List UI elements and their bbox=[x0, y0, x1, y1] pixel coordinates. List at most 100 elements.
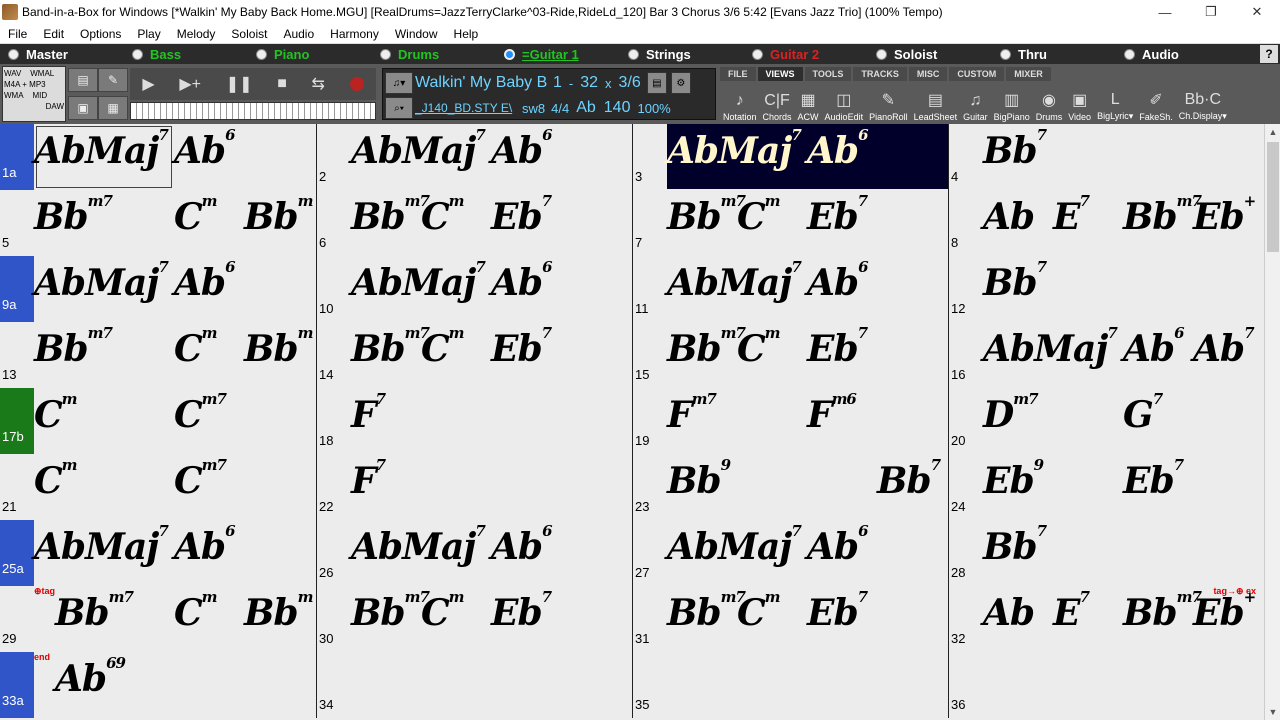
bar-8[interactable]: 8 Ab E7 Bbm7 Eb+ bbox=[948, 190, 1264, 256]
chord-symbol[interactable]: Bbm7 bbox=[667, 324, 746, 370]
tab-mixer[interactable]: MIXER bbox=[1006, 67, 1051, 81]
bar-3[interactable]: AbMaj7 Ab6 3 bbox=[632, 124, 949, 190]
edit-song-button[interactable]: ✎ bbox=[98, 68, 128, 92]
bar-14[interactable]: 14 Bbm7 Cm Eb7 bbox=[316, 322, 632, 388]
view-button-bigpiano[interactable]: ▥ BigPiano bbox=[991, 82, 1033, 122]
chord-symbol[interactable]: Eb7 bbox=[491, 192, 552, 238]
chord-symbol[interactable]: F7 bbox=[351, 456, 386, 502]
menu-help[interactable]: Help bbox=[446, 27, 487, 41]
bar-1a[interactable]: 1a AbMaj7 Ab6 bbox=[0, 124, 316, 190]
close-button[interactable]: ✕ bbox=[1234, 0, 1280, 24]
chord-symbol[interactable]: Bbm7 bbox=[351, 588, 430, 634]
chord-symbol[interactable]: Bbm7 bbox=[667, 588, 746, 634]
chord-symbol[interactable]: Cm bbox=[421, 192, 465, 238]
tab-misc[interactable]: MISC bbox=[908, 67, 948, 81]
bar-36[interactable]: 36 bbox=[948, 652, 1264, 718]
bar-5[interactable]: 5 Bbm7 Cm Bbm bbox=[0, 190, 316, 256]
chord-symbol[interactable]: Eb7 bbox=[1123, 456, 1184, 502]
chord-symbol[interactable]: Ab6 bbox=[174, 126, 236, 172]
menu-melody[interactable]: Melody bbox=[169, 27, 224, 41]
scroll-up-icon[interactable]: ▲ bbox=[1265, 124, 1280, 140]
chord-symbol[interactable]: Bbm7 bbox=[55, 588, 134, 634]
song-menu-button[interactable]: ♫▾ bbox=[385, 72, 413, 94]
chord-symbol[interactable]: Bbm bbox=[244, 192, 313, 238]
bar-18[interactable]: 18 F7 bbox=[316, 388, 632, 454]
start-bar-field[interactable]: 1 bbox=[549, 74, 566, 92]
bar-20[interactable]: 20 Dm7 G7 bbox=[948, 388, 1264, 454]
view-button-audioedit[interactable]: ◫ AudioEdit bbox=[822, 82, 867, 122]
loop-button[interactable]: ⇆ bbox=[312, 74, 325, 94]
restore-button[interactable]: ❐ bbox=[1188, 0, 1234, 24]
tempo-field[interactable]: 140 bbox=[600, 99, 635, 117]
chord-symbol[interactable]: Eb7 bbox=[807, 324, 868, 370]
view-button-drums[interactable]: ◉ Drums bbox=[1033, 82, 1066, 122]
chord-symbol[interactable]: AbMaj7 bbox=[34, 126, 169, 172]
chord-symbol[interactable]: Bbm7 bbox=[1123, 588, 1202, 634]
track-soloist[interactable]: Soloist bbox=[868, 44, 992, 64]
play-button[interactable]: ▶ bbox=[142, 74, 154, 94]
bar-27[interactable]: 27 AbMaj7 Ab6 bbox=[632, 520, 948, 586]
chord-symbol[interactable]: Dm7 bbox=[983, 390, 1039, 436]
chord-symbol[interactable]: Cm bbox=[34, 456, 78, 502]
song-settings-button[interactable]: ⚙ bbox=[670, 72, 691, 94]
bar-19[interactable]: 19 Fm7 Fm6 bbox=[632, 388, 948, 454]
chord-symbol[interactable]: Bbm7 bbox=[1123, 192, 1202, 238]
chord-symbol[interactable]: Eb+ bbox=[1193, 588, 1256, 634]
chord-symbol[interactable]: AbMaj7 bbox=[667, 126, 802, 172]
menu-window[interactable]: Window bbox=[387, 27, 446, 41]
menu-harmony[interactable]: Harmony bbox=[322, 27, 387, 41]
format-wav[interactable]: WAV bbox=[4, 69, 21, 78]
bar-32[interactable]: 32 tag→⊕ ex Ab E7 Bbm7 Eb+ bbox=[948, 586, 1264, 652]
chord-sheet[interactable]: 1a AbMaj7 Ab6 2 AbMaj7 Ab6 AbMaj7 Ab6 3 4 Bb7 5 Bbm7… bbox=[0, 124, 1264, 720]
bar-2[interactable]: 2 AbMaj7 Ab6 bbox=[316, 124, 632, 190]
save-song-button[interactable]: ▣ bbox=[68, 96, 98, 120]
bar-30[interactable]: 30 Bbm7 Cm Eb7 bbox=[316, 586, 632, 652]
chord-symbol[interactable]: Cm bbox=[737, 324, 781, 370]
view-button-acw[interactable]: ▦ ACW bbox=[795, 82, 822, 122]
bar-13[interactable]: 13 Bbm7 Cm Bbm bbox=[0, 322, 316, 388]
track-radio-icon[interactable] bbox=[1124, 48, 1135, 60]
end-bar-field[interactable]: 32 bbox=[576, 74, 602, 92]
chord-symbol[interactable]: Bbm7 bbox=[351, 324, 430, 370]
chord-symbol[interactable]: Bbm7 bbox=[34, 192, 113, 238]
chord-symbol[interactable]: E7 bbox=[1053, 192, 1090, 238]
chord-symbol[interactable]: AbMaj7 bbox=[351, 126, 486, 172]
chord-symbol[interactable]: Ab bbox=[983, 196, 1035, 238]
track-radio-icon[interactable] bbox=[380, 48, 391, 60]
track-radio-icon[interactable] bbox=[256, 48, 267, 60]
view-button-leadsheet[interactable]: ▤ LeadSheet bbox=[911, 82, 961, 122]
bar-10[interactable]: 10 AbMaj7 Ab6 bbox=[316, 256, 632, 322]
chord-symbol[interactable]: Bbm bbox=[244, 324, 313, 370]
track-strings[interactable]: Strings bbox=[620, 44, 744, 64]
style-name-field[interactable]: _J140_BD.STY E\ bbox=[415, 101, 519, 115]
bar-29[interactable]: 29 ⊕tag Bbm7 Cm Bbm bbox=[0, 586, 316, 652]
chord-symbol[interactable]: Bbm7 bbox=[667, 192, 746, 238]
minimize-button[interactable]: — bbox=[1142, 0, 1188, 24]
chorus-count-field[interactable]: 3/6 bbox=[615, 74, 645, 92]
format-m4a[interactable]: M4A bbox=[4, 80, 20, 89]
chord-symbol[interactable]: Eb+ bbox=[1193, 192, 1256, 238]
chord-symbol[interactable]: Cm7 bbox=[174, 456, 227, 502]
chord-symbol[interactable]: Ab6 bbox=[174, 522, 236, 568]
track-drums[interactable]: Drums bbox=[372, 44, 496, 64]
chord-symbol[interactable]: AbMaj7 bbox=[34, 258, 169, 304]
chord-symbol[interactable]: Ab6 bbox=[807, 258, 869, 304]
bar-7[interactable]: 7 Bbm7 Cm Eb7 bbox=[632, 190, 948, 256]
feel-field[interactable]: sw8 bbox=[519, 101, 548, 116]
chord-symbol[interactable]: Cm bbox=[421, 588, 465, 634]
menu-soloist[interactable]: Soloist bbox=[223, 27, 275, 41]
bar-9a[interactable]: 9a AbMaj7 Ab6 bbox=[0, 256, 316, 322]
tab-tracks[interactable]: TRACKS bbox=[853, 67, 907, 81]
bar-15[interactable]: 15 Bbm7 Cm Eb7 bbox=[632, 322, 948, 388]
play-from-bar-button[interactable]: ▶+ bbox=[179, 74, 201, 94]
chord-symbol[interactable]: Bbm bbox=[244, 588, 313, 634]
record-button[interactable] bbox=[349, 77, 364, 91]
chord-symbol[interactable]: AbMaj7 bbox=[351, 258, 486, 304]
menu-options[interactable]: Options bbox=[72, 27, 129, 41]
chord-symbol[interactable]: Ab69 bbox=[55, 654, 126, 700]
view-button-fakesh[interactable]: ✐ FakeSh. bbox=[1136, 82, 1176, 122]
bar-35[interactable]: 35 bbox=[632, 652, 948, 718]
scrollbar-thumb[interactable] bbox=[1267, 142, 1279, 252]
chord-symbol[interactable]: Bbm7 bbox=[34, 324, 113, 370]
pause-button[interactable]: ❚❚ bbox=[226, 74, 253, 94]
